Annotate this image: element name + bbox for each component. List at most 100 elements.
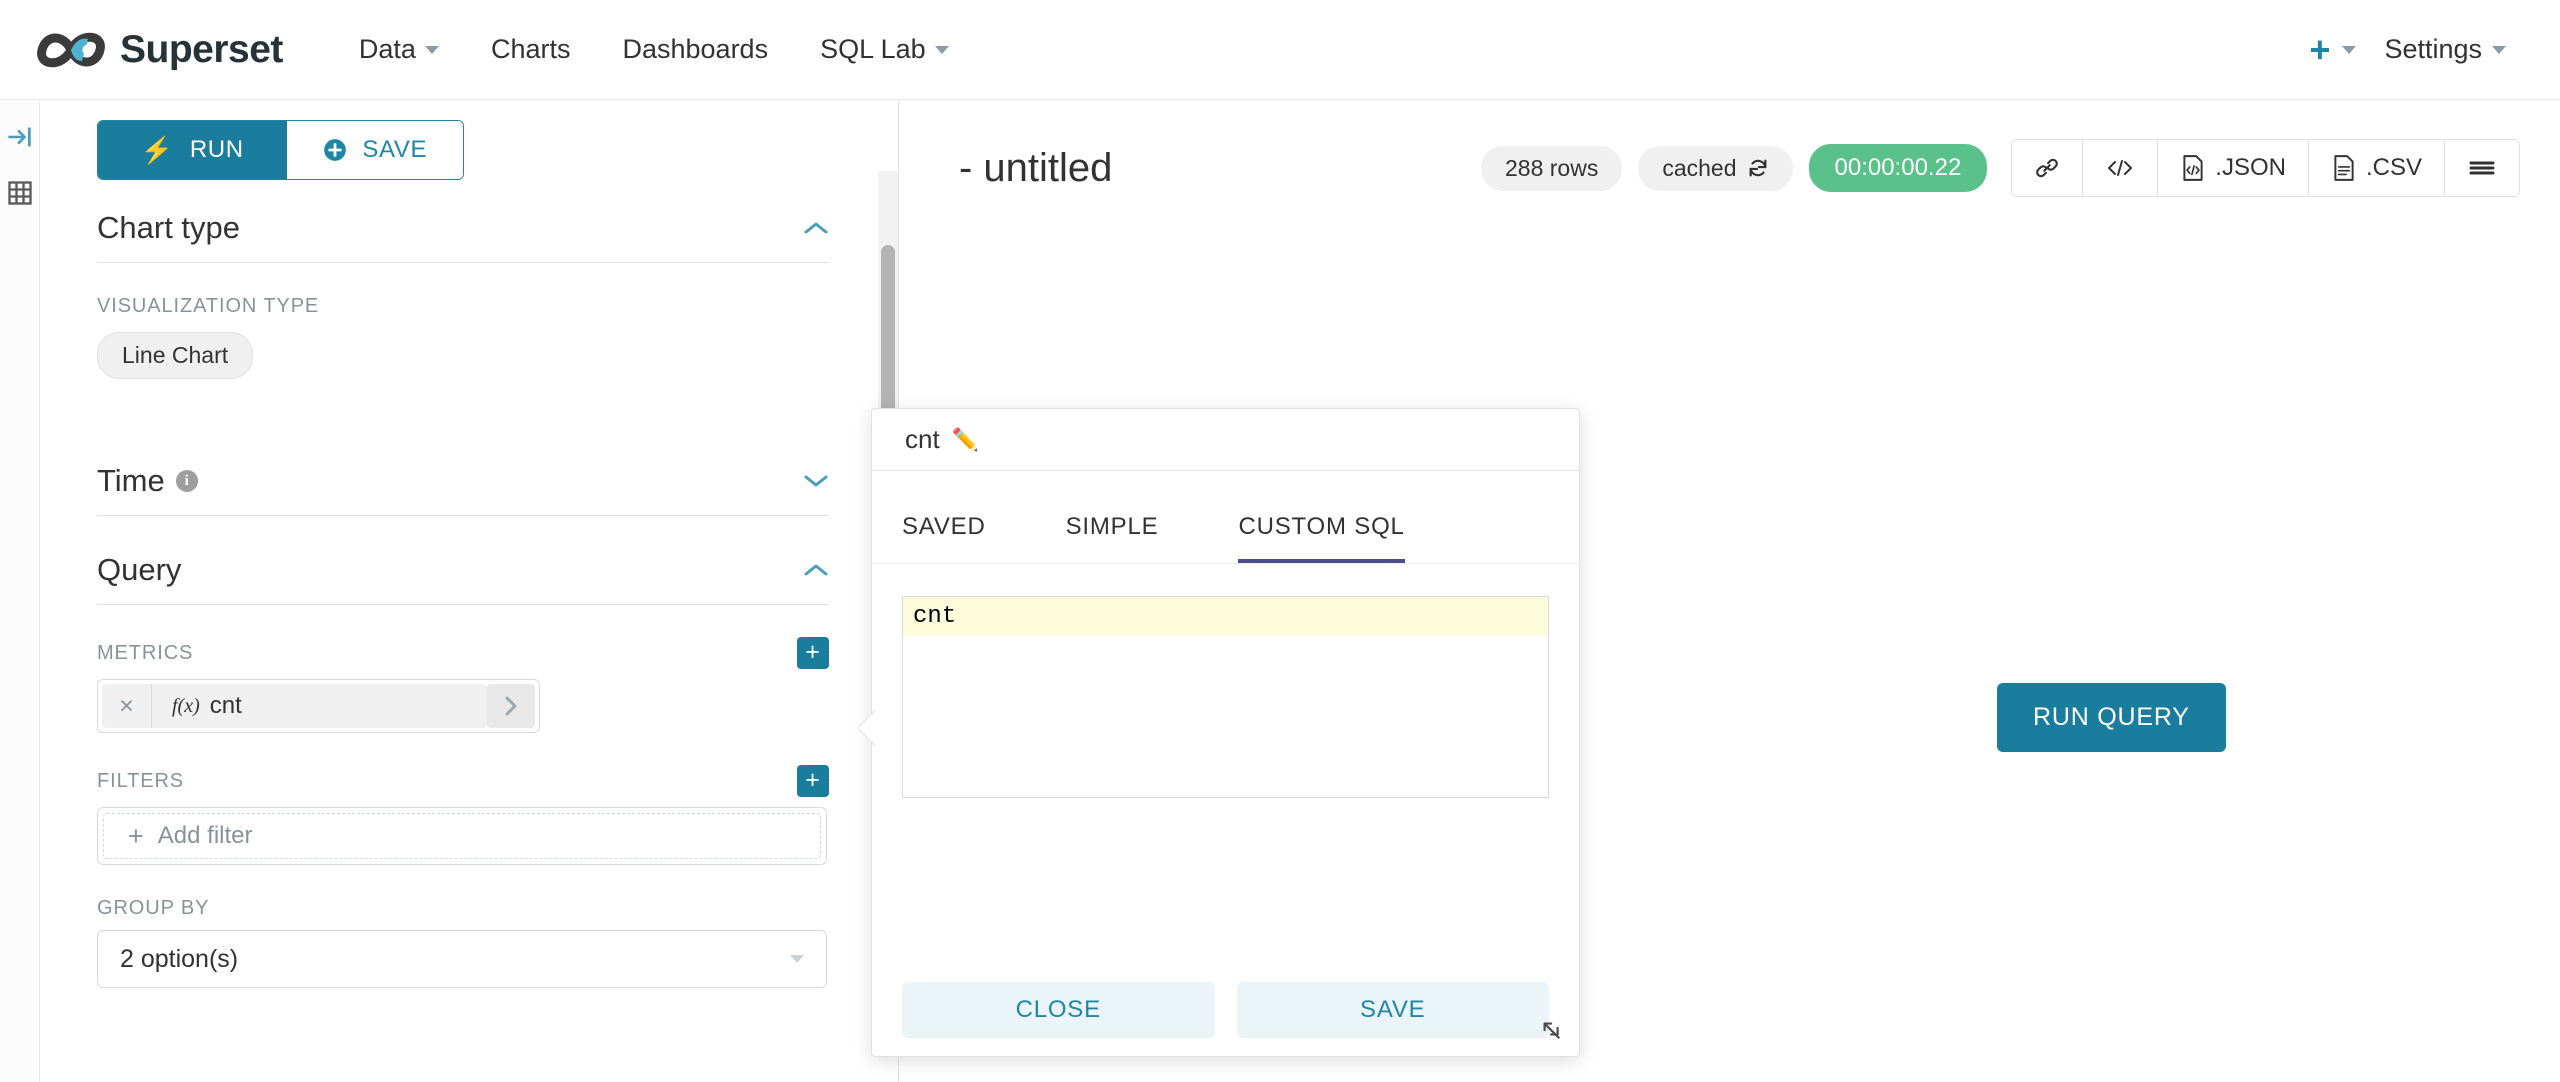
section-title: Time bbox=[97, 463, 165, 498]
group-by-label-row: GROUP BY bbox=[97, 897, 829, 920]
section-query: Query METRICS + × f(x) cnt FILTERS + + A… bbox=[97, 522, 829, 988]
export-csv-label: .CSV bbox=[2365, 154, 2422, 181]
sql-editor-line: cnt bbox=[903, 597, 1548, 636]
settings-menu[interactable]: Settings bbox=[2360, 24, 2530, 75]
menu-icon bbox=[2469, 161, 2495, 175]
nav-item-label: Charts bbox=[490, 34, 571, 64]
nav-item-charts[interactable]: Charts bbox=[465, 24, 597, 75]
more-options-button[interactable] bbox=[2445, 140, 2519, 196]
chevron-down-icon bbox=[790, 955, 804, 963]
add-filter-label: Add filter bbox=[157, 822, 253, 849]
tab-custom-sql[interactable]: CUSTOM SQL bbox=[1238, 499, 1405, 563]
label-text: METRICS bbox=[97, 641, 194, 664]
json-file-icon bbox=[2183, 155, 2203, 181]
expand-panel-icon[interactable] bbox=[6, 123, 34, 151]
chevron-up-icon bbox=[804, 222, 828, 234]
save-button-label: SAVE bbox=[362, 136, 428, 163]
run-button[interactable]: ⚡ RUN bbox=[98, 121, 287, 179]
close-button[interactable]: CLOSE bbox=[902, 982, 1215, 1038]
chevron-down-icon bbox=[934, 45, 949, 54]
info-icon[interactable]: i bbox=[175, 470, 198, 492]
group-by-select[interactable]: 2 option(s) bbox=[97, 930, 827, 988]
modal-tabs: SAVED SIMPLE CUSTOM SQL bbox=[872, 499, 1579, 564]
chevron-up-icon bbox=[804, 564, 828, 576]
group-by-value: 2 option(s) bbox=[120, 944, 239, 973]
filters-field[interactable]: + Add filter bbox=[97, 807, 827, 865]
chart-header-actions: 288 rows cached 00:00:00.22 .JSON .CSV bbox=[1481, 139, 2520, 197]
label-text: FILTERS bbox=[97, 769, 185, 792]
chart-header: - untitled 288 rows cached 00:00:00.22 .… bbox=[899, 101, 2560, 211]
nav-items: Data Charts Dashboards SQL Lab bbox=[333, 24, 975, 75]
visualization-type-value[interactable]: Line Chart bbox=[97, 332, 254, 379]
infinity-logo-icon bbox=[37, 32, 105, 67]
tab-saved[interactable]: SAVED bbox=[902, 499, 986, 563]
label-text: VISUALIZATION TYPE bbox=[97, 295, 320, 317]
visualization-type-label: VISUALIZATION TYPE bbox=[97, 295, 829, 318]
rows-badge: 288 rows bbox=[1481, 145, 1623, 191]
metric-chip-label: cnt bbox=[209, 692, 242, 719]
cached-label: cached bbox=[1662, 154, 1737, 181]
brand[interactable]: Superset bbox=[32, 28, 283, 72]
nav-item-sql-lab[interactable]: SQL Lab bbox=[794, 24, 975, 75]
export-json-button[interactable]: .JSON bbox=[2158, 140, 2309, 196]
pencil-icon[interactable]: ✏️ bbox=[952, 427, 979, 453]
section-header-query[interactable]: Query bbox=[97, 522, 829, 605]
metric-editor-popover: cnt ✏️ SAVED SIMPLE CUSTOM SQL cnt CLOSE… bbox=[871, 408, 1580, 1057]
resize-handle-icon[interactable] bbox=[1537, 1016, 1563, 1042]
plus-circle-icon bbox=[324, 139, 347, 161]
navbar: Superset Data Charts Dashboards SQL Lab … bbox=[0, 0, 2560, 100]
navbar-right: + Settings bbox=[2301, 24, 2530, 75]
section-title: Query bbox=[97, 552, 182, 587]
modal-save-button[interactable]: SAVE bbox=[1236, 982, 1549, 1038]
nav-item-dashboards[interactable]: Dashboards bbox=[596, 24, 794, 75]
left-icon-rail bbox=[0, 101, 40, 1082]
metric-expand-chevron-icon[interactable] bbox=[487, 684, 535, 728]
run-query-button[interactable]: RUN QUERY bbox=[1997, 683, 2226, 752]
plus-icon: + bbox=[128, 820, 144, 851]
share-link-button[interactable] bbox=[2012, 140, 2084, 196]
metric-chip-cnt[interactable]: × f(x) cnt bbox=[102, 684, 487, 728]
modal-title: cnt bbox=[905, 424, 940, 454]
embed-code-button[interactable] bbox=[2083, 140, 2159, 196]
section-chart-type: Chart type VISUALIZATION TYPE Line Chart bbox=[97, 180, 829, 379]
tab-simple[interactable]: SIMPLE bbox=[1066, 499, 1159, 563]
section-title: Chart type bbox=[97, 210, 241, 245]
metrics-field[interactable]: × f(x) cnt bbox=[97, 679, 540, 733]
export-json-label: .JSON bbox=[2215, 154, 2286, 181]
add-filter-button[interactable]: + bbox=[797, 765, 829, 797]
modal-footer: CLOSE SAVE bbox=[872, 964, 1579, 1056]
save-button[interactable]: SAVE bbox=[286, 121, 463, 179]
chart-toolbar: .JSON .CSV bbox=[2011, 139, 2520, 197]
add-filter-dropzone[interactable]: + Add filter bbox=[103, 813, 821, 859]
function-icon: f(x) bbox=[172, 694, 200, 717]
table-grid-icon[interactable] bbox=[6, 179, 34, 207]
chevron-down-icon bbox=[424, 45, 439, 54]
link-icon bbox=[2036, 158, 2059, 178]
section-header-time[interactable]: Time i bbox=[97, 433, 829, 516]
nav-item-data[interactable]: Data bbox=[333, 24, 465, 75]
plus-icon[interactable]: + bbox=[2301, 31, 2338, 68]
refresh-icon bbox=[1749, 159, 1766, 177]
chevron-down-icon bbox=[804, 475, 828, 487]
sql-editor[interactable]: cnt bbox=[902, 596, 1549, 798]
settings-label: Settings bbox=[2384, 34, 2482, 64]
timer-badge: 00:00:00.22 bbox=[1808, 144, 1988, 192]
run-save-button-group: ⚡ RUN SAVE bbox=[97, 120, 464, 180]
section-header-chart-type[interactable]: Chart type bbox=[97, 180, 829, 263]
chevron-down-icon[interactable] bbox=[2342, 45, 2357, 54]
control-panel: ⚡ RUN SAVE Chart type VISUALIZATION TYPE… bbox=[41, 101, 885, 1082]
csv-file-icon bbox=[2334, 155, 2354, 181]
export-csv-button[interactable]: .CSV bbox=[2308, 140, 2445, 196]
page-title: - untitled bbox=[959, 145, 1113, 190]
brand-text: Superset bbox=[120, 27, 283, 71]
label-text: GROUP BY bbox=[97, 897, 210, 919]
run-button-label: RUN bbox=[189, 136, 244, 163]
nav-item-label: Dashboards bbox=[622, 34, 769, 64]
remove-metric-icon[interactable]: × bbox=[102, 684, 152, 728]
add-metric-button[interactable]: + bbox=[797, 637, 829, 669]
chevron-down-icon bbox=[2492, 45, 2506, 54]
cached-badge[interactable]: cached bbox=[1638, 145, 1793, 191]
metrics-label-row: METRICS + bbox=[97, 637, 829, 669]
code-icon bbox=[2108, 160, 2133, 176]
bolt-icon: ⚡ bbox=[140, 134, 174, 165]
